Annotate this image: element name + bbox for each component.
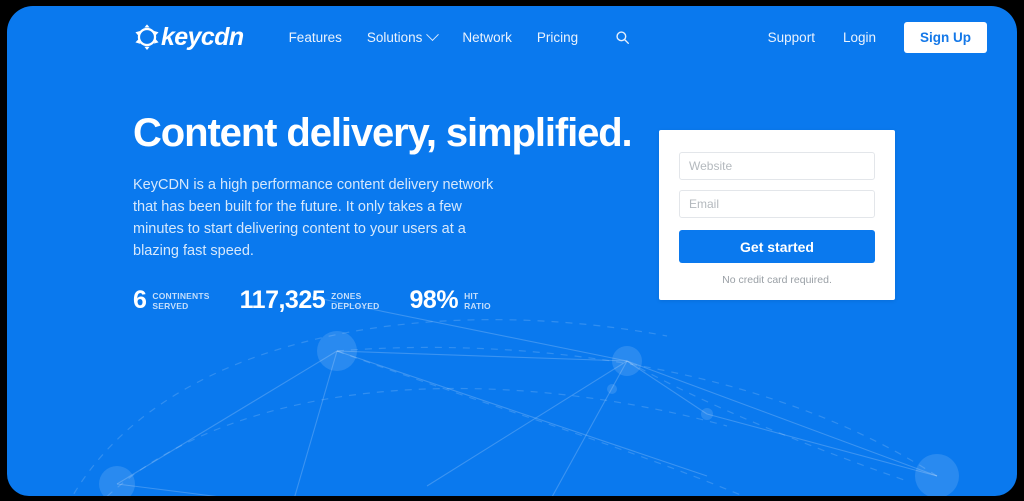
get-started-button[interactable]: Get started	[679, 230, 875, 263]
stat-continents: 6 CONTINENTS SERVED	[133, 288, 210, 313]
search-button[interactable]	[611, 26, 634, 49]
page-title: Content delivery, simplified.	[133, 111, 633, 155]
stat-zones-label-line2: DEPLOYED	[331, 301, 380, 312]
stat-hit-ratio: 98% HIT RATIO	[410, 288, 491, 313]
nav-item-network-label: Network	[462, 29, 512, 45]
keycdn-wheel-icon	[135, 24, 159, 50]
nav-item-solutions-label: Solutions	[366, 29, 423, 45]
website-input[interactable]	[679, 152, 875, 180]
nav-item-support[interactable]: Support	[768, 30, 815, 45]
nav-item-features-label: Features	[288, 29, 342, 45]
nav-item-network[interactable]: Network	[462, 30, 512, 45]
search-icon	[616, 30, 630, 44]
stats-row: 6 CONTINENTS SERVED 117,325 ZONES DEPLOY…	[133, 288, 653, 313]
logo-wordmark: keycdn	[161, 22, 244, 51]
sign-up-button[interactable]: Sign Up	[904, 21, 987, 53]
stat-hit-ratio-value: 98%	[409, 286, 459, 315]
stat-continents-label: CONTINENTS SERVED	[152, 290, 209, 312]
nav-item-pricing[interactable]: Pricing	[537, 30, 578, 45]
primary-nav: Features Solutions Network Pricing	[289, 26, 635, 49]
stat-continents-label-line1: CONTINENTS	[152, 290, 210, 301]
stat-zones-label-line1: ZONES	[331, 290, 362, 301]
hero-subtitle: KeyCDN is a high performance content del…	[133, 177, 494, 260]
stat-hit-ratio-label-line1: HIT	[464, 290, 479, 301]
nav-item-solutions[interactable]: Solutions	[366, 27, 440, 45]
stat-zones: 117,325 ZONES DEPLOYED	[240, 288, 380, 313]
hero-section: Content delivery, simplified. KeyCDN is …	[133, 110, 653, 313]
nav-item-pricing-label: Pricing	[536, 29, 579, 45]
no-credit-card-note: No credit card required.	[722, 274, 832, 286]
signup-form-card: Get started No credit card required.	[659, 130, 895, 300]
page-root: keycdn Features Solutions Network Pricin…	[7, 6, 1017, 496]
nav-item-features[interactable]: Features	[289, 30, 342, 45]
nav-item-login-label: Login	[842, 29, 876, 45]
browser-frame: keycdn Features Solutions Network Pricin…	[0, 0, 1024, 501]
nav-item-login[interactable]: Login	[843, 30, 876, 45]
stat-continents-value: 6	[133, 286, 147, 315]
stat-hit-ratio-label: HIT RATIO	[464, 290, 491, 312]
stat-continents-label-line2: SERVED	[152, 301, 189, 312]
secondary-nav: Support Login Sign Up	[768, 21, 987, 53]
chevron-down-icon	[426, 27, 440, 41]
email-input[interactable]	[679, 190, 875, 218]
stat-zones-value: 117,325	[239, 286, 326, 315]
nav-item-support-label: Support	[767, 29, 815, 45]
stat-hit-ratio-label-line2: RATIO	[464, 301, 491, 312]
stat-zones-label: ZONES DEPLOYED	[331, 290, 379, 312]
top-navigation: keycdn Features Solutions Network Pricin…	[7, 6, 1017, 68]
site-logo[interactable]: keycdn	[133, 23, 244, 51]
